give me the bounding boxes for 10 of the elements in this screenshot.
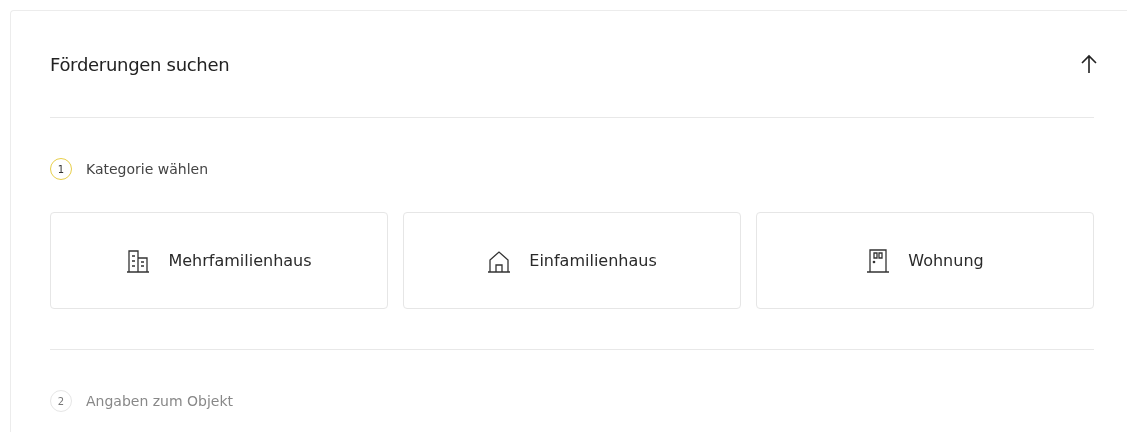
step-label: Angaben zum Objekt — [86, 393, 234, 409]
collapse-button[interactable] — [1080, 54, 1098, 74]
category-button[interactable]: Mehrfamilienhaus — [50, 212, 388, 309]
step-label: Kategorie wählen — [86, 161, 209, 177]
building-icon — [126, 248, 151, 273]
panel-title: Förderungen suchen — [50, 53, 230, 75]
up-arrow-icon — [1080, 54, 1098, 74]
category-button[interactable]: Einfamilienhaus — [403, 212, 741, 309]
category-button[interactable]: Wohnung — [756, 212, 1094, 309]
door-icon — [866, 248, 891, 273]
